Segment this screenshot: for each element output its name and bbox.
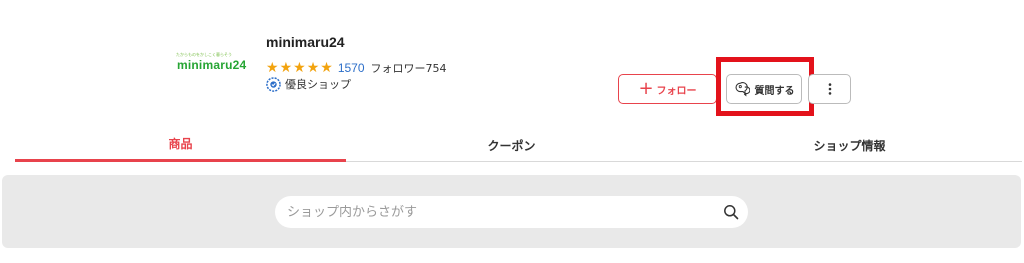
- plus-icon: +: [638, 78, 654, 99]
- search-icon[interactable]: [723, 204, 739, 220]
- logo-text: minimaru24: [177, 58, 247, 72]
- shop-badge: 優良ショップ: [266, 76, 351, 92]
- rating-row: ★ ★ ★ ★ ★ 1570 フォロワー754: [266, 60, 447, 76]
- kebab-menu-icon: [828, 83, 831, 95]
- review-count-link[interactable]: 1570: [338, 61, 365, 75]
- tab-shop-info[interactable]: ショップ情報: [677, 128, 1022, 162]
- search-bar[interactable]: [275, 196, 748, 228]
- more-options-button[interactable]: [808, 74, 851, 104]
- star-icon: ★: [306, 60, 320, 76]
- star-icon: ★: [320, 60, 333, 76]
- shop-logo: たからものをかしこく暮らそう minimaru24: [176, 52, 248, 74]
- tab-products[interactable]: 商品: [15, 128, 346, 162]
- search-input[interactable]: [287, 204, 707, 220]
- follow-button[interactable]: + フォロー: [618, 74, 717, 104]
- tab-coupons[interactable]: クーポン: [346, 128, 677, 162]
- ask-question-label: 質問する: [754, 85, 795, 97]
- shop-name[interactable]: minimaru24: [266, 34, 345, 50]
- star-icon: ★: [293, 60, 306, 76]
- shop-tabs: 商品 クーポン ショップ情報: [15, 128, 1022, 162]
- star-rating: ★ ★ ★ ★ ★: [266, 61, 333, 75]
- star-icon: ★: [279, 60, 293, 76]
- ask-question-button[interactable]: 質問する: [726, 74, 802, 104]
- chat-bubble-icon: [735, 82, 750, 97]
- star-icon: ★: [266, 60, 279, 76]
- follower-count: フォロワー754: [370, 62, 447, 75]
- badge-label: 優良ショップ: [285, 78, 351, 91]
- follow-label: フォロー: [656, 85, 697, 97]
- excellent-shop-badge-icon: [266, 76, 281, 92]
